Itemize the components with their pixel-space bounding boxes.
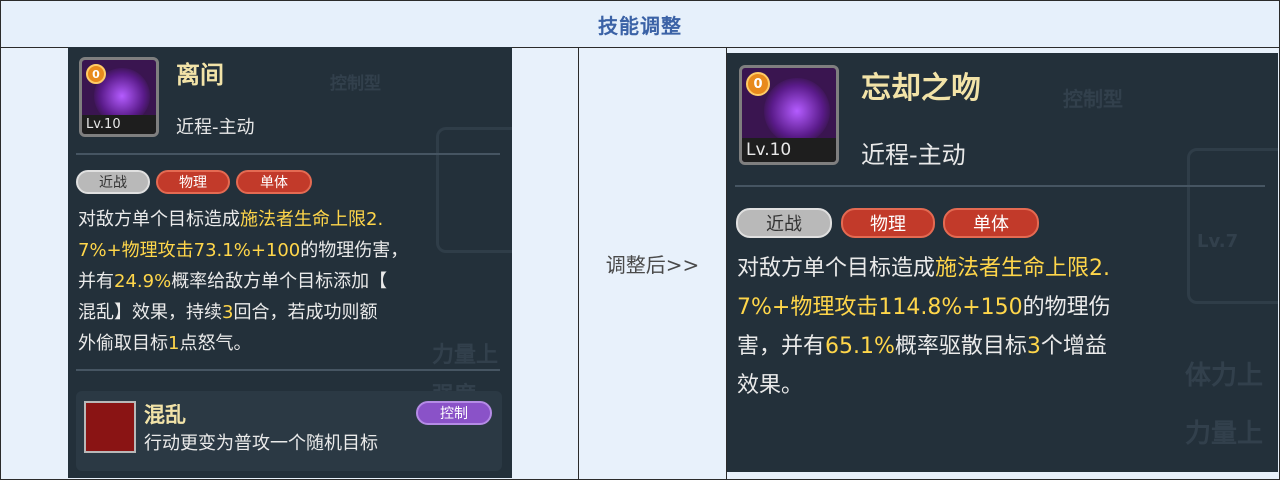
- skill-description: 对敌方单个目标造成施法者生命上限2. 7%+物理攻击114.8%+150的物理伤害…: [737, 249, 1111, 405]
- description-line: 7%+物理攻击73.1%+100的物理伤害，: [78, 235, 408, 266]
- skill-type: 近程-主动: [861, 141, 966, 169]
- status-name: 混乱: [144, 403, 186, 427]
- divider: [76, 153, 500, 155]
- description-text: 混乱】效果，持续: [78, 302, 222, 323]
- highlight-value: 24.9%: [114, 271, 172, 292]
- header-title: 技能调整: [598, 13, 682, 38]
- highlight-value: 3: [1026, 334, 1041, 359]
- background-text: 控制型: [1063, 87, 1123, 111]
- description-text: 回合，若成功则额: [233, 302, 378, 323]
- cost-badge: 0: [746, 72, 770, 96]
- description-text: 点怒气。: [179, 333, 252, 354]
- heart-icon: [764, 78, 830, 144]
- highlight-value: 3: [222, 302, 234, 323]
- arrow-cell: 调整后>>: [579, 48, 726, 479]
- background-text: 力量上: [1185, 419, 1264, 449]
- divider: [735, 185, 1265, 187]
- description-text: 对敌方单个目标造成: [78, 209, 240, 230]
- skill-level: Lv.10: [742, 137, 836, 162]
- highlight-value: 7%+物理攻击114.8%+150: [737, 295, 1023, 320]
- tag-single-target: 单体: [236, 170, 312, 194]
- tag-single-target: 单体: [943, 208, 1039, 238]
- status-description: 行动更变为普攻一个随机目标: [144, 433, 378, 454]
- description-text: 对敌方单个目标造成: [737, 256, 936, 281]
- description-line: 混乱】效果，持续3回合，若成功则额: [78, 297, 408, 328]
- skill-description: 对敌方单个目标造成施法者生命上限2. 7%+物理攻击73.1%+100的物理伤害，…: [78, 204, 408, 359]
- background-text: 控制型: [330, 74, 381, 94]
- status-effect-row: 混乱 控制 行动更变为普攻一个随机目标: [76, 391, 502, 471]
- highlight-value: 施法者生命上限2.: [935, 256, 1111, 281]
- arrow-label: 调整后>>: [605, 253, 700, 277]
- tag-melee: 近战: [76, 170, 150, 194]
- highlight-value: 7%+物理攻击73.1%+100: [78, 240, 301, 261]
- description-line: 并有24.9%概率给敌方单个目标添加【: [78, 266, 408, 297]
- skill-level: Lv.10: [82, 114, 156, 134]
- divider: [76, 369, 500, 371]
- background-text: Lv.7: [1197, 231, 1239, 252]
- description-text: 概率驱散目标: [894, 334, 1027, 359]
- description-text: 个增益: [1040, 334, 1107, 359]
- skill-name: 离间: [176, 61, 224, 89]
- description-text: 概率给敌方单个目标添加【: [171, 271, 388, 292]
- background-text: 力量上: [432, 343, 499, 368]
- description-text: 的物理伤害，: [300, 240, 409, 261]
- table-header: 技能调整: [1, 1, 1279, 48]
- description-text: 效果。: [737, 373, 804, 398]
- skill-icon: 0 Lv.10: [79, 57, 159, 137]
- highlight-value: 1: [168, 333, 180, 354]
- tag-physical: 物理: [156, 170, 230, 194]
- description-text: 外偷取目标: [78, 333, 168, 354]
- confusion-icon: [84, 401, 136, 453]
- cost-badge: 0: [86, 64, 106, 84]
- skill-icon: 0 Lv.10: [739, 65, 839, 165]
- highlight-value: 施法者生命上限2.: [240, 209, 384, 230]
- tag-physical: 物理: [841, 208, 935, 238]
- background-card: [1187, 148, 1278, 304]
- background-text: 体力上: [1185, 361, 1264, 391]
- description-line: 对敌方单个目标造成施法者生命上限2.: [78, 204, 408, 235]
- highlight-value: 65.1%: [825, 334, 895, 359]
- description-line: 害，并有65.1%概率驱散目标3个增益: [737, 327, 1111, 366]
- description-text: 的物理伤: [1022, 295, 1111, 320]
- background-card: [436, 127, 512, 253]
- tag-melee: 近战: [736, 208, 832, 238]
- description-text: 并有: [78, 271, 114, 292]
- skill-card-before: 控制型 力量上 强度 0 Lv.10 离间 近程-主动 近战 物理 单体 对敌方…: [68, 47, 512, 478]
- description-line: 效果。: [737, 366, 1111, 405]
- status-tag-control: 控制: [416, 401, 492, 425]
- skill-type: 近程-主动: [176, 117, 255, 138]
- description-line: 对敌方单个目标造成施法者生命上限2.: [737, 249, 1111, 288]
- description-line: 7%+物理攻击114.8%+150的物理伤: [737, 288, 1111, 327]
- skill-card-after: 控制型 Lv.7 体力上 力量上 0 Lv.10 忘却之吻 近程-主动 近战 物…: [727, 53, 1278, 472]
- skill-name: 忘却之吻: [861, 71, 981, 106]
- description-text: 害，并有: [737, 334, 826, 359]
- description-line: 外偷取目标1点怒气。: [78, 328, 408, 359]
